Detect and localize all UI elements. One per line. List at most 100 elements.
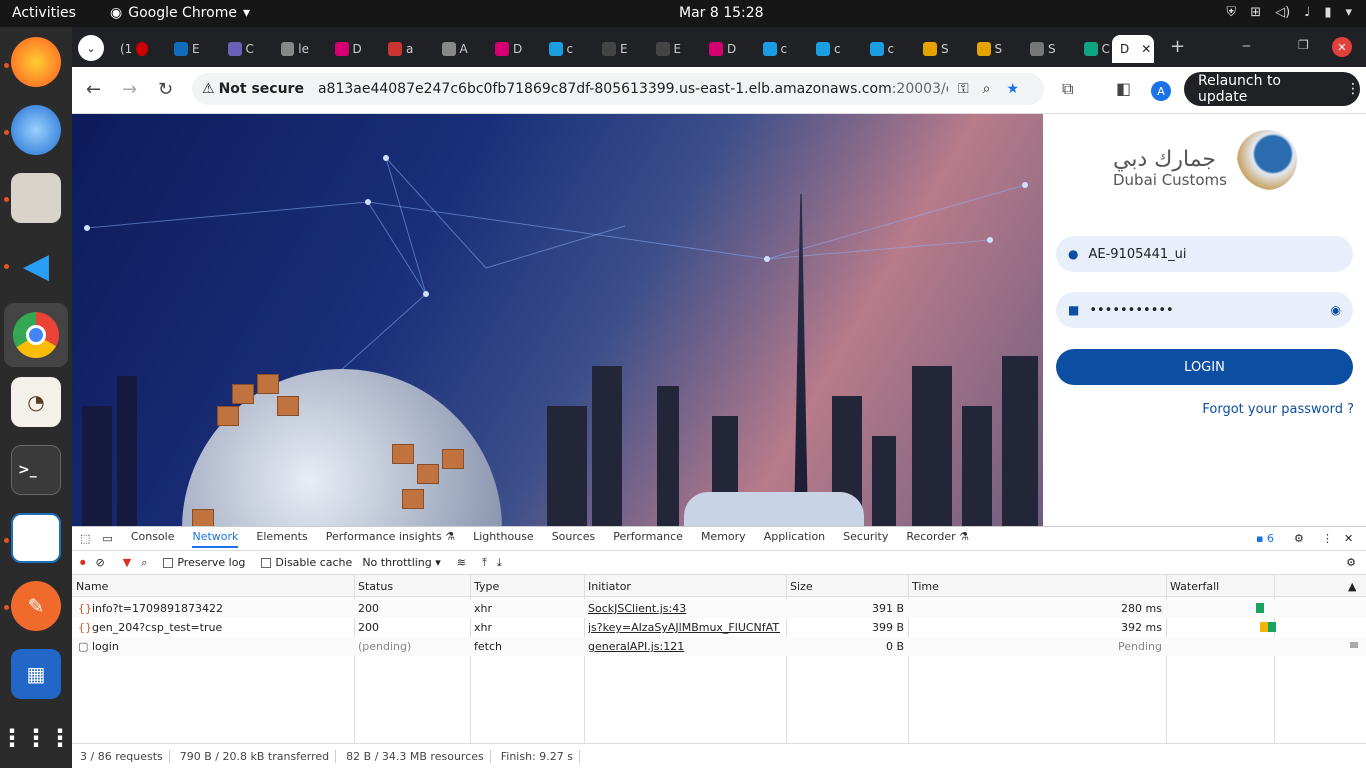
forgot-password-link[interactable]: Forgot your password ? — [1202, 402, 1354, 417]
devtools-tab[interactable]: Performance insights ⚗ — [326, 530, 455, 548]
volume-icon[interactable]: ◁) — [1275, 5, 1290, 20]
show-password-icon[interactable]: ◉ — [1331, 303, 1341, 317]
network-conditions-icon[interactable]: ≋ — [457, 556, 466, 569]
close-window-button[interactable]: ✕ — [1332, 37, 1352, 57]
inspect-element-icon[interactable]: ⬚ — [80, 532, 90, 545]
preserve-log-checkbox[interactable]: Preserve log — [163, 556, 245, 569]
tab-item[interactable]: A — [434, 35, 470, 63]
power-icon[interactable]: ▾ — [1345, 5, 1352, 20]
tab-item[interactable]: D — [487, 35, 523, 63]
tab-item[interactable]: C — [1076, 35, 1112, 63]
close-tab-icon[interactable]: ✕ — [1141, 42, 1151, 56]
key-icon[interactable]: ⚿ — [958, 81, 969, 97]
address-bar[interactable]: ⚠ Not secure a813ae44087e247c6bc0fb71869… — [192, 73, 1044, 105]
password-field[interactable]: ■ ••••••••••• ◉ — [1056, 292, 1353, 328]
column-header[interactable]: Waterfall — [1170, 580, 1219, 593]
extensions-icon[interactable]: ⧉ — [1062, 79, 1073, 99]
more-menu-icon[interactable]: ⋮ — [1346, 81, 1360, 97]
tab-item[interactable]: S — [969, 35, 1005, 63]
tab-item[interactable]: a — [380, 35, 416, 63]
devtools-tab[interactable]: Lighthouse — [473, 530, 534, 548]
terminal-icon[interactable]: >_ — [11, 445, 61, 495]
network-icon[interactable]: ⊞ — [1250, 5, 1261, 20]
tab-item[interactable]: E — [166, 35, 202, 63]
zoom-icon[interactable]: ⌕ — [983, 81, 991, 97]
back-icon[interactable]: ← — [86, 79, 101, 100]
devtools-tab[interactable]: Recorder ⚗ — [906, 530, 969, 548]
side-panel-icon[interactable]: ◧ — [1116, 79, 1131, 98]
tab-item[interactable]: S — [915, 35, 951, 63]
tab-item[interactable]: c — [755, 35, 791, 63]
tab-item[interactable]: C — [220, 35, 256, 63]
column-header[interactable]: Size — [790, 580, 813, 593]
devtools-menu-icon[interactable]: ⋮ — [1322, 532, 1333, 545]
battery-icon[interactable]: ▮ — [1324, 5, 1331, 20]
table-row[interactable]: {} info?t=1709891873422 200 xhr SockJSClient… — [72, 599, 1366, 618]
clear-icon[interactable]: ⊘ — [96, 556, 105, 569]
mic-icon[interactable]: ♩ — [1304, 5, 1310, 20]
username-field[interactable]: ● AE-9105441_ui — [1056, 236, 1353, 272]
url-text[interactable]: a813ae44087e247c6bc0fb71869c87df-8056133… — [318, 81, 948, 97]
dbeaver-icon[interactable]: ◔ — [11, 377, 61, 427]
column-header[interactable]: Time — [912, 580, 939, 593]
tab-notification[interactable]: (1 — [112, 35, 148, 63]
chrome-dock-tile[interactable] — [4, 303, 68, 367]
tab-item[interactable]: S — [1022, 35, 1058, 63]
tab-item[interactable]: E — [648, 35, 684, 63]
relaunch-button[interactable]: Relaunch to update ⋮ — [1184, 72, 1360, 106]
vscode-icon[interactable]: ◀ — [11, 241, 61, 291]
forward-icon[interactable]: → — [122, 79, 137, 100]
thunderbird-icon[interactable] — [11, 105, 61, 155]
import-har-icon[interactable]: ⤒ — [482, 556, 487, 570]
writer-icon[interactable] — [11, 513, 61, 563]
request-initiator-link[interactable]: generalAPI.js:121 — [588, 640, 780, 653]
network-settings-icon[interactable]: ⚙ — [1346, 556, 1356, 569]
clock[interactable]: Mar 8 15:28 — [679, 5, 764, 21]
column-header[interactable]: Initiator — [588, 580, 631, 593]
tab-item[interactable]: le — [273, 35, 309, 63]
export-har-icon[interactable]: ⤓ — [497, 556, 502, 570]
tab-item[interactable]: E — [594, 35, 630, 63]
app-menu[interactable]: ◉ Google Chrome ▾ — [110, 5, 250, 21]
minimize-button[interactable]: ‒ — [1242, 38, 1251, 54]
devtools-tab[interactable]: Console — [131, 530, 175, 548]
devtools-tab[interactable]: Application — [764, 530, 825, 548]
app-grid-icon[interactable]: ⋮⋮⋮ — [0, 713, 72, 763]
column-header[interactable]: Name — [76, 580, 108, 593]
sort-arrow-icon[interactable]: ▲ — [1348, 580, 1356, 593]
activities-button[interactable]: Activities — [12, 5, 76, 21]
reload-icon[interactable]: ↻ — [158, 79, 173, 100]
firefox-icon[interactable] — [11, 37, 61, 87]
disable-cache-checkbox[interactable]: Disable cache — [261, 556, 352, 569]
devtools-tab[interactable]: Memory — [701, 530, 746, 548]
tab-item[interactable]: c — [541, 35, 577, 63]
tab-search-button[interactable]: ⌄ — [78, 35, 104, 61]
tab-item[interactable]: c — [862, 35, 898, 63]
throttling-select[interactable]: No throttling ▾ — [362, 556, 440, 569]
devtools-tab[interactable]: Performance — [613, 530, 683, 548]
tab-active[interactable]: D ✕ — [1112, 35, 1154, 63]
close-devtools-icon[interactable]: ✕ — [1344, 532, 1353, 545]
postman-icon[interactable]: ✎ — [11, 581, 61, 631]
tab-item[interactable]: D — [701, 35, 737, 63]
device-toolbar-icon[interactable]: ▭ — [102, 532, 112, 545]
table-row[interactable]: ▢ login (pending) fetch generalAPI.js:121 0 B… — [72, 637, 1366, 656]
table-row[interactable]: {} gen_204?csp_test=true 200 xhr js?key=AIza… — [72, 618, 1366, 637]
new-tab-button[interactable]: + — [1170, 36, 1185, 57]
filter-icon[interactable]: ▼ — [123, 556, 131, 569]
files-icon[interactable] — [11, 173, 61, 223]
devtools-tab[interactable]: Sources — [552, 530, 596, 548]
devtools-tab[interactable]: Network — [192, 530, 239, 548]
devtools-tab[interactable]: Security — [843, 530, 888, 548]
tab-item[interactable]: c — [808, 35, 844, 63]
system-tray[interactable]: ⛨ ⊞ ◁) ♩ ▮ ▾ — [1226, 5, 1352, 20]
login-button[interactable]: LOGIN — [1056, 349, 1353, 385]
shield-icon[interactable]: ⛨ — [1226, 5, 1236, 20]
settings-gear-icon[interactable]: ⚙ — [1294, 532, 1304, 545]
request-initiator-link[interactable]: SockJSClient.js:43 — [588, 602, 780, 615]
not-secure-label[interactable]: Not secure — [219, 81, 304, 97]
profile-avatar[interactable]: A — [1151, 81, 1171, 101]
record-stop-icon[interactable]: ⏺ — [80, 556, 86, 570]
devtools-tab[interactable]: Elements — [256, 530, 307, 548]
column-header[interactable]: Status — [358, 580, 393, 593]
